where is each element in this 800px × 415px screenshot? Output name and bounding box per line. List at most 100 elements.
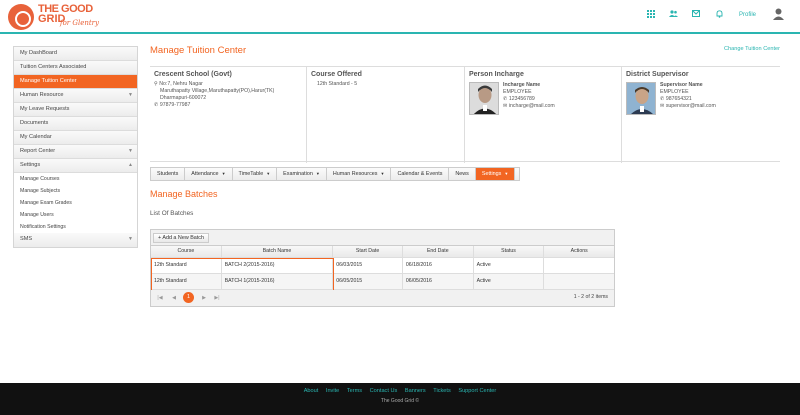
sidebar-item-label: Documents (20, 120, 49, 126)
sidebar-item-calendar[interactable]: My Calendar (14, 131, 137, 145)
column-header-end-date[interactable]: End Date (403, 246, 474, 257)
table-row[interactable]: 12th Standard BATCH 1(2015-2016) 06/05/2… (151, 274, 614, 290)
sidebar-item-label: My DashBoard (20, 50, 57, 56)
course-value: 12th Standard - 5 (317, 81, 358, 87)
footer-link-support-center[interactable]: Support Center (458, 388, 496, 394)
incharge-info: Person Incharge Incharge Name EMPLOYEE ✆… (465, 67, 622, 163)
footer-link-tickets[interactable]: Tickets (433, 388, 451, 394)
sidebar-item-label: Tuition Centers Associated (20, 64, 87, 70)
footer-link-terms[interactable]: Terms (347, 388, 362, 394)
tab-label: Examination (283, 171, 313, 177)
tab-timetable[interactable]: TimeTable ▼ (233, 168, 278, 180)
footer-link-invite[interactable]: Invite (326, 388, 339, 394)
grid-toolbar: + Add a New Batch (151, 230, 614, 246)
chevron-down-icon: ▼ (128, 236, 133, 242)
last-page-icon[interactable]: ▶| (213, 294, 221, 302)
grid-icon[interactable] (646, 10, 656, 20)
tab-settings[interactable]: Settings ▼ (475, 168, 516, 180)
sidebar-item-report-center[interactable]: Report Center ▼ (14, 145, 137, 159)
add-batch-button[interactable]: + Add a New Batch (153, 233, 209, 243)
cell-end-date: 06/18/2016 (403, 258, 474, 273)
sidebar-item-label: Settings (20, 162, 41, 168)
cell-actions (544, 274, 614, 289)
column-header-status[interactable]: Status (474, 246, 545, 257)
profile-link[interactable]: Profile (739, 10, 756, 20)
column-header-batch-name[interactable]: Batch Name (222, 246, 334, 257)
sidebar-item-label: SMS (20, 236, 33, 242)
section-subtitle: List Of Batches (150, 210, 194, 217)
supervisor-photo (626, 82, 656, 115)
logo-emblem-icon (8, 4, 34, 30)
sidebar-item-leave-requests[interactable]: My Leave Requests (14, 103, 137, 117)
sidebar-item-label: Report Center (20, 148, 56, 154)
sidebar-item-human-resource[interactable]: Human Resource ▼ (14, 89, 137, 103)
column-header-actions: Actions (570, 248, 588, 254)
table-row[interactable]: 12th Standard BATCH 2(2015-2016) 06/03/2… (151, 258, 614, 274)
mail-icon[interactable] (691, 10, 701, 20)
chevron-down-icon: ▼ (128, 92, 133, 98)
footer-link-banners[interactable]: Banners (405, 388, 426, 394)
cell-end-date: 06/05/2016 (403, 274, 474, 289)
module-tabs: Students Attendance ▼ TimeTable ▼ Examinat… (150, 167, 520, 181)
cell-status: Active (474, 258, 545, 273)
sidebar-subitem-notification-settings[interactable]: Notification Settings (14, 221, 137, 233)
caret-down-icon: ▼ (504, 171, 509, 176)
tab-label: Attendance (191, 171, 219, 177)
tab-label: Settings (481, 171, 502, 177)
bell-icon[interactable] (714, 10, 724, 20)
sidebar-subitem-manage-courses[interactable]: Manage Courses (14, 173, 137, 185)
school-address-line-2: Maruthapatty Village,Maruthapatty(PO),Ha… (160, 88, 275, 94)
prev-page-icon[interactable]: ◀ (170, 294, 178, 302)
tab-attendance[interactable]: Attendance ▼ (185, 168, 233, 180)
sidebar-item-documents[interactable]: Documents (14, 117, 137, 131)
first-page-icon[interactable]: |◀ (156, 294, 164, 302)
sidebar-item-manage-tuition-center[interactable]: Manage Tuition Center (14, 75, 137, 89)
tab-calendar-events[interactable]: Calendar & Events (391, 168, 450, 180)
sidebar-menu: My DashBoard Tuition Centers Associated … (13, 46, 138, 248)
tab-examination[interactable]: Examination ▼ (277, 168, 327, 180)
supervisor-role: EMPLOYEE (660, 89, 689, 95)
tab-human-resources[interactable]: Human Resources ▼ (327, 168, 392, 180)
current-page-button[interactable]: 1 (183, 292, 194, 303)
user-avatar-icon[interactable] (772, 7, 785, 20)
course-info: Course Offered 12th Standard - 5 (307, 67, 465, 163)
footer-link-contact-us[interactable]: Contact Us (370, 388, 398, 394)
sidebar-item-sms[interactable]: SMS ▼ (14, 233, 137, 247)
next-page-icon[interactable]: ▶ (200, 294, 208, 302)
caret-down-icon: ▼ (380, 171, 385, 176)
chevron-up-icon: ▲ (128, 162, 133, 168)
column-header-start-date[interactable]: Start Date (333, 246, 403, 257)
mail-icon: ✉ (660, 103, 665, 109)
sidebar-subitem-manage-exam-grades[interactable]: Manage Exam Grades (14, 197, 137, 209)
phone-icon: ✆ (154, 102, 159, 108)
sidebar-item-tuition-centers[interactable]: Tuition Centers Associated (14, 61, 137, 75)
school-phone: 97879-77987 (159, 102, 191, 108)
section-title: Manage Batches (150, 189, 218, 199)
school-info: Crescent School (Govt) ⚲ No:7, Nehru Nag… (150, 67, 307, 163)
change-tuition-center-link[interactable]: Change Tuition Center (724, 46, 780, 52)
footer-link-about[interactable]: About (304, 388, 319, 394)
cell-batch-name: BATCH 1(2015-2016) (222, 274, 334, 289)
sidebar-item-label: My Calendar (20, 134, 52, 140)
incharge-name: Incharge Name (503, 82, 541, 88)
sidebar-subitem-manage-users[interactable]: Manage Users (14, 209, 137, 221)
users-icon[interactable] (668, 10, 678, 20)
supervisor-name: Supervisor Name (660, 82, 703, 88)
sidebar-item-dashboard[interactable]: My DashBoard (14, 47, 137, 61)
tab-label: Human Resources (332, 171, 378, 177)
sidebar-item-label: Manage Tuition Center (20, 78, 77, 84)
tab-students[interactable]: Students (151, 168, 186, 180)
footer-copyright: The Good Grid © (380, 398, 420, 404)
mail-icon: ✉ (503, 103, 508, 109)
column-header-course[interactable]: Course (151, 246, 222, 257)
sidebar-item-settings[interactable]: Settings ▲ (14, 159, 137, 173)
incharge-heading: Person Incharge (469, 71, 524, 78)
incharge-role: EMPLOYEE (503, 89, 532, 95)
sidebar-subitem-manage-subjects[interactable]: Manage Subjects (14, 185, 137, 197)
tab-label: News (455, 171, 469, 177)
brand-logo[interactable]: THE GOOD GRID for Glentry (8, 4, 104, 32)
cell-batch-name: BATCH 2(2015-2016) (222, 258, 334, 273)
tab-news[interactable]: News (449, 168, 476, 180)
cell-start-date: 06/05/2015 (333, 274, 403, 289)
batches-grid: + Add a New Batch Course Batch Name Star… (150, 229, 615, 307)
